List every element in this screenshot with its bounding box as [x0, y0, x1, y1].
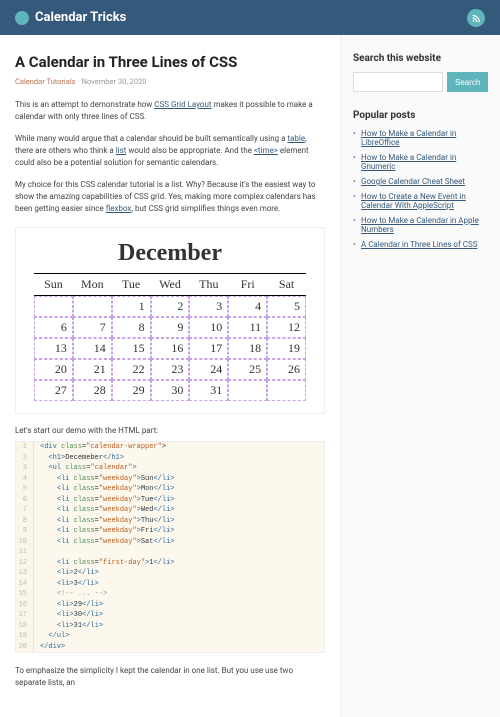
paragraph: While many would argue that a calendar s… — [15, 133, 325, 169]
calendar-cell: 21 — [73, 359, 112, 380]
calendar-grid: SunMonTueWedThuFriSat..12345678910111213… — [34, 273, 306, 401]
article-meta: Calendar Tutorials · November 30, 2020 — [15, 77, 325, 87]
weekday-header: Thu — [189, 273, 228, 295]
calendar-cell: 12 — [267, 317, 306, 338]
calendar-demo: December SunMonTueWedThuFriSat..12345678… — [15, 227, 325, 414]
sidebar: Search this website Search Popular posts… — [340, 35, 500, 717]
popular-item: Google Calendar Cheat Sheet — [353, 177, 488, 186]
popular-link[interactable]: How to Make a Calendar in Apple Numbers — [361, 216, 479, 234]
popular-link[interactable]: How to Create a New Event in Calendar Wi… — [361, 192, 466, 210]
popular-item: How to Make a Calendar in LibreOffice — [353, 129, 488, 147]
calendar-cell: 6 — [34, 317, 73, 338]
link-table[interactable]: table — [287, 134, 305, 143]
site-name: Calendar Tricks — [35, 10, 126, 25]
article-date: November 30, 2020 — [82, 77, 147, 86]
calendar-cell: 5 — [267, 296, 306, 317]
rss-icon[interactable] — [467, 9, 485, 27]
calendar-cell: 29 — [112, 380, 151, 401]
logo-icon — [15, 11, 29, 25]
calendar-cell: 20 — [34, 359, 73, 380]
calendar-cell: 26 — [267, 359, 306, 380]
calendar-cell: 24 — [189, 359, 228, 380]
calendar-cell: 17 — [189, 338, 228, 359]
popular-section: Popular posts How to Make a Calendar in … — [341, 110, 488, 249]
weekday-header: Wed — [151, 273, 190, 295]
calendar-cell: 30 — [151, 380, 190, 401]
calendar-cell: 14 — [73, 338, 112, 359]
calendar-cell: . — [228, 380, 267, 401]
calendar-cell: 3 — [189, 296, 228, 317]
paragraph: This is an attempt to demonstrate how CS… — [15, 99, 325, 123]
calendar-cell: . — [73, 296, 112, 317]
site-header: Calendar Tricks — [0, 0, 500, 35]
calendar-cell: 22 — [112, 359, 151, 380]
calendar-cell: 11 — [228, 317, 267, 338]
link-flexbox[interactable]: flexbox — [106, 204, 132, 213]
calendar-cell: 18 — [228, 338, 267, 359]
weekday-header: Sun — [34, 273, 73, 295]
weekday-header: Fri — [228, 273, 267, 295]
link-css-grid[interactable]: CSS Grid Layout — [154, 100, 211, 109]
demo-label: Let's start our demo with the HTML part: — [15, 426, 325, 435]
paragraph: To emphasize the simplicity I kept the c… — [15, 665, 325, 689]
calendar-cell: 10 — [189, 317, 228, 338]
calendar-cell: 27 — [34, 380, 73, 401]
calendar-month: December — [34, 240, 306, 267]
calendar-cell: 23 — [151, 359, 190, 380]
calendar-cell: 19 — [267, 338, 306, 359]
popular-link[interactable]: How to Make a Calendar in LibreOffice — [361, 129, 456, 147]
calendar-cell: 8 — [112, 317, 151, 338]
link-time[interactable]: <time> — [254, 146, 278, 155]
calendar-cell: 13 — [34, 338, 73, 359]
popular-title: Popular posts — [353, 110, 488, 121]
weekday-header: Sat — [267, 273, 306, 295]
calendar-cell: 15 — [112, 338, 151, 359]
calendar-cell: 9 — [151, 317, 190, 338]
weekday-header: Mon — [73, 273, 112, 295]
logo[interactable]: Calendar Tricks — [15, 10, 126, 25]
search-input[interactable] — [353, 72, 443, 92]
popular-item: A Calendar in Three Lines of CSS — [353, 240, 488, 249]
calendar-cell: 25 — [228, 359, 267, 380]
popular-item: How to Make a Calendar in Apple Numbers — [353, 216, 488, 234]
category-link[interactable]: Calendar Tutorials — [15, 77, 76, 86]
popular-link[interactable]: A Calendar in Three Lines of CSS — [361, 240, 477, 249]
popular-item: How to Create a New Event in Calendar Wi… — [353, 192, 488, 210]
search-button[interactable]: Search — [447, 72, 488, 92]
search-title: Search this website — [353, 53, 488, 64]
calendar-cell: 4 — [228, 296, 267, 317]
calendar-cell: 31 — [189, 380, 228, 401]
popular-link[interactable]: Google Calendar Cheat Sheet — [361, 177, 465, 186]
article-title: A Calendar in Three Lines of CSS — [15, 53, 325, 71]
calendar-cell: . — [267, 380, 306, 401]
weekday-header: Tue — [112, 273, 151, 295]
calendar-cell: 7 — [73, 317, 112, 338]
article-main: A Calendar in Three Lines of CSS Calenda… — [0, 35, 340, 717]
code-block: 1<div class="calendar-wrapper">2 <h1>Dec… — [15, 441, 325, 653]
link-list[interactable]: list — [116, 146, 127, 155]
popular-link[interactable]: How to Make a Calendar in Gnumeric — [361, 153, 456, 171]
calendar-cell: 1 — [112, 296, 151, 317]
calendar-cell: 16 — [151, 338, 190, 359]
calendar-cell: 2 — [151, 296, 190, 317]
calendar-cell: . — [34, 296, 73, 317]
popular-list: How to Make a Calendar in LibreOffice How… — [353, 129, 488, 249]
search-section: Search this website Search — [341, 53, 488, 92]
calendar-cell: 28 — [73, 380, 112, 401]
paragraph: My choice for this CSS calendar tutorial… — [15, 179, 325, 215]
popular-item: How to Make a Calendar in Gnumeric — [353, 153, 488, 171]
